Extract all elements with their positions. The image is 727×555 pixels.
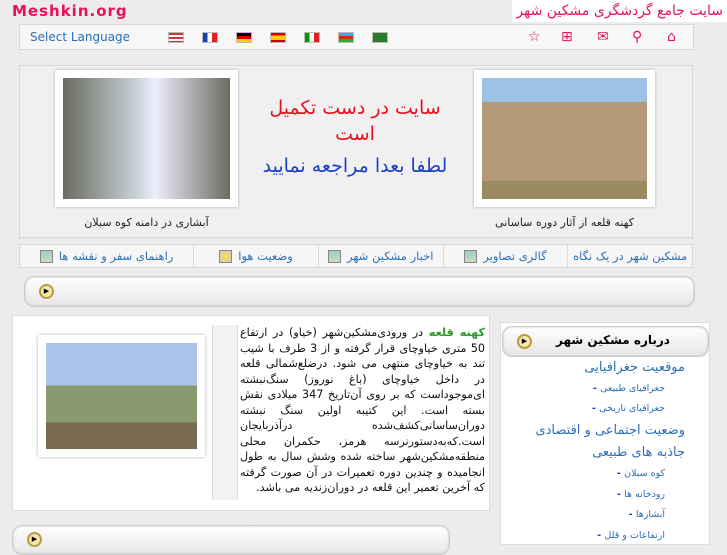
nav-weather[interactable]: وضعیت هوا: [193, 245, 318, 267]
sidebar-subitem[interactable]: کوه سبلان: [617, 468, 665, 479]
waterfall-photo: [55, 70, 238, 207]
sidebar: ▶ درباره مشکین شهر موقعیت جغرافیایی جغرا…: [500, 322, 710, 545]
weather-icon: [219, 249, 233, 263]
article-title: کهنه قلعه: [428, 326, 485, 339]
germany-flag-icon[interactable]: [236, 31, 252, 43]
select-language-label[interactable]: Select Language: [30, 30, 150, 44]
saudi-flag-icon[interactable]: [372, 31, 388, 43]
nav-label: وضعیت هوا: [238, 249, 293, 263]
spain-flag-icon[interactable]: [270, 31, 286, 43]
nav-label: اخبار مشکین شهر: [347, 249, 434, 263]
sidebar-subitem[interactable]: آبشارها: [629, 509, 665, 520]
article-body: در ورودی‌مشکین‌شهر (خیاو) در ارتفاع 50 م…: [240, 326, 485, 494]
map-icon: [39, 249, 53, 263]
sidebar-header: ▶ درباره مشکین شهر: [502, 326, 709, 357]
sidebar-subitem[interactable]: ارتفاعات و قلل: [597, 530, 665, 541]
nav-travel-guide[interactable]: راهنمای سفر و نقشه ها: [20, 245, 193, 267]
nav-news[interactable]: اخبار مشکین شهر: [317, 245, 443, 267]
waterfall-caption: آبشاری در دامنه کوه سبلان: [84, 216, 209, 229]
gallery-icon: [464, 249, 478, 263]
mail-icon[interactable]: ✉: [597, 29, 609, 45]
sidebar-title: درباره مشکین شهر: [556, 333, 670, 347]
sidebar-item[interactable]: موقعیت جغرافیایی: [584, 360, 685, 375]
home-icon[interactable]: ⌂: [667, 29, 676, 45]
castle-photo: [474, 70, 655, 207]
play-icon[interactable]: ▶: [517, 334, 532, 349]
nav-label: راهنمای سفر و نقشه ها: [58, 249, 174, 263]
site-logo[interactable]: Meshkin.org: [12, 2, 128, 20]
nav-label: مشکین شهر در یک نگاه: [573, 249, 688, 263]
news-icon: [328, 249, 342, 263]
main-nav: مشکین شهر در یک نگاه گالری تصاویر اخبار …: [19, 244, 693, 268]
us-flag-icon[interactable]: [168, 31, 184, 43]
ticker-bar: ▶: [24, 276, 695, 307]
favorite-icon[interactable]: ☆: [528, 29, 541, 45]
sidebar-subitem[interactable]: جغرافیای طبیعی: [593, 383, 665, 394]
play-icon[interactable]: ▶: [39, 284, 54, 299]
castle-caption: کهنه قلعه از آثار دوره ساسانی: [495, 216, 634, 229]
sidebar-subitem[interactable]: رودخانه ها: [617, 489, 665, 500]
italy-flag-icon[interactable]: [304, 31, 320, 43]
article: کهنه قلعه در ورودی‌مشکین‌شهر (خیاو) در ا…: [240, 325, 485, 496]
castle-article-photo: [38, 335, 205, 457]
sidebar-item[interactable]: وضعیت اجتماعی و اقتصادی: [535, 423, 685, 438]
nav-at-a-glance[interactable]: مشکین شهر در یک نگاه: [567, 245, 692, 267]
sidebar-item[interactable]: جاذبه های طبیعی: [592, 445, 685, 460]
bottom-bar: ▶: [12, 525, 450, 555]
sitemap-icon[interactable]: ⊞: [561, 29, 573, 45]
search-icon[interactable]: ⚲: [632, 29, 642, 45]
site-title: سایت جامع گردشگری مشکین شهر: [512, 0, 727, 22]
azerbaijan-flag-icon[interactable]: [338, 31, 354, 43]
divider: [212, 325, 238, 500]
france-flag-icon[interactable]: [202, 31, 218, 43]
under-construction-message: سایت در دست تکمیل است: [269, 97, 441, 145]
sidebar-subitem[interactable]: جغرافیای تاریخی: [592, 403, 665, 414]
toolbar: Select Language ☆ ⊞ ✉ ⚲ ⌂: [19, 24, 694, 50]
nav-label: گالری تصاویر: [483, 249, 547, 263]
nav-gallery[interactable]: گالری تصاویر: [442, 245, 568, 267]
visit-later-message: لطفا بعدا مراجعه نمایید: [262, 155, 448, 177]
